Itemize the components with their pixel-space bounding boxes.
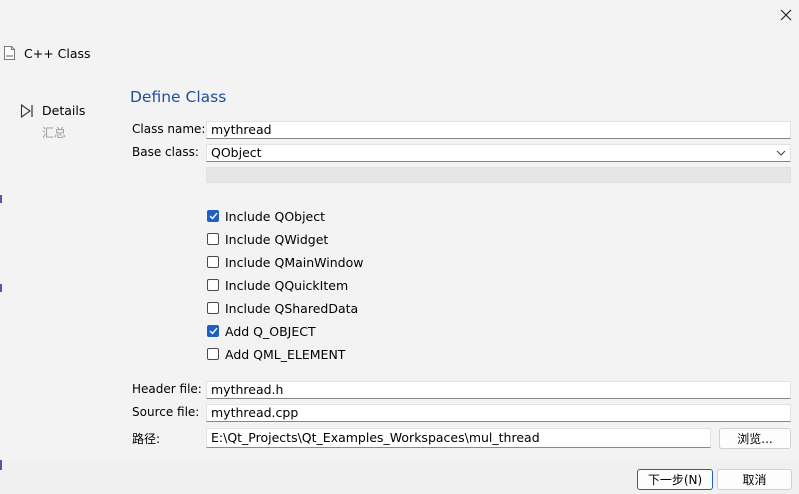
- checkbox-unchecked[interactable]: [207, 302, 219, 314]
- option-include-qwidget[interactable]: Include QWidget: [207, 231, 328, 247]
- source-file-label: Source file:: [132, 405, 200, 419]
- close-button[interactable]: [772, 2, 799, 28]
- option-label: Include QMainWindow: [225, 254, 364, 270]
- checkbox-unchecked[interactable]: [207, 348, 219, 360]
- option-label: Include QSharedData: [225, 300, 359, 316]
- page-title: Define Class: [130, 88, 227, 106]
- option-label: Include QQuickItem: [225, 277, 349, 293]
- option-label: Add Q_OBJECT: [225, 323, 316, 339]
- base-class-value: QObject: [211, 145, 262, 160]
- window-edge-mark: [0, 460, 2, 470]
- checkbox-checked[interactable]: [207, 325, 219, 337]
- option-include-qobject[interactable]: Include QObject: [207, 208, 325, 224]
- checkbox-unchecked[interactable]: [207, 256, 219, 268]
- header-file-label: Header file:: [132, 382, 202, 396]
- path-label: 路径:: [132, 432, 161, 446]
- option-label: Add QML_ELEMENT: [225, 346, 346, 362]
- window-edge-mark: [0, 284, 2, 292]
- class-name-input[interactable]: mythread: [206, 121, 791, 139]
- option-include-qmainwindow[interactable]: Include QMainWindow: [207, 254, 363, 270]
- step-summary: 汇总: [42, 126, 67, 140]
- checkbox-unchecked[interactable]: [207, 279, 219, 291]
- option-label: Include QWidget: [225, 231, 329, 247]
- header-file-input[interactable]: mythread.h: [206, 381, 791, 399]
- option-add-q-object[interactable]: Add Q_OBJECT: [207, 323, 316, 339]
- checkbox-checked[interactable]: [207, 210, 219, 222]
- cancel-button[interactable]: 取消: [717, 469, 792, 490]
- file-icon: [4, 46, 15, 60]
- window-edge-mark: [0, 195, 2, 203]
- chevron-down-icon: [776, 150, 786, 156]
- option-include-qshareddata[interactable]: Include QSharedData: [207, 300, 358, 316]
- check-icon: [209, 327, 218, 335]
- next-button[interactable]: 下一步(N): [637, 469, 713, 490]
- option-label: Include QObject: [225, 208, 326, 224]
- source-file-input[interactable]: mythread.cpp: [206, 404, 791, 422]
- browse-button[interactable]: 浏览...: [719, 428, 791, 449]
- option-add-qml-element[interactable]: Add QML_ELEMENT: [207, 346, 345, 362]
- close-icon: [780, 9, 792, 21]
- step-details: Details: [42, 103, 86, 118]
- wizard-title: C++ Class: [24, 46, 91, 61]
- disabled-field: [206, 167, 791, 183]
- path-input[interactable]: E:\Qt_Projects\Qt_Examples_Workspaces\mu…: [206, 428, 711, 448]
- class-name-label: Class name:: [132, 122, 206, 136]
- current-step-icon: [20, 104, 33, 118]
- checkbox-unchecked[interactable]: [207, 233, 219, 245]
- base-class-select[interactable]: QObject: [206, 144, 791, 162]
- base-class-label: Base class:: [132, 145, 199, 159]
- option-include-qquickitem[interactable]: Include QQuickItem: [207, 277, 348, 293]
- check-icon: [209, 212, 218, 220]
